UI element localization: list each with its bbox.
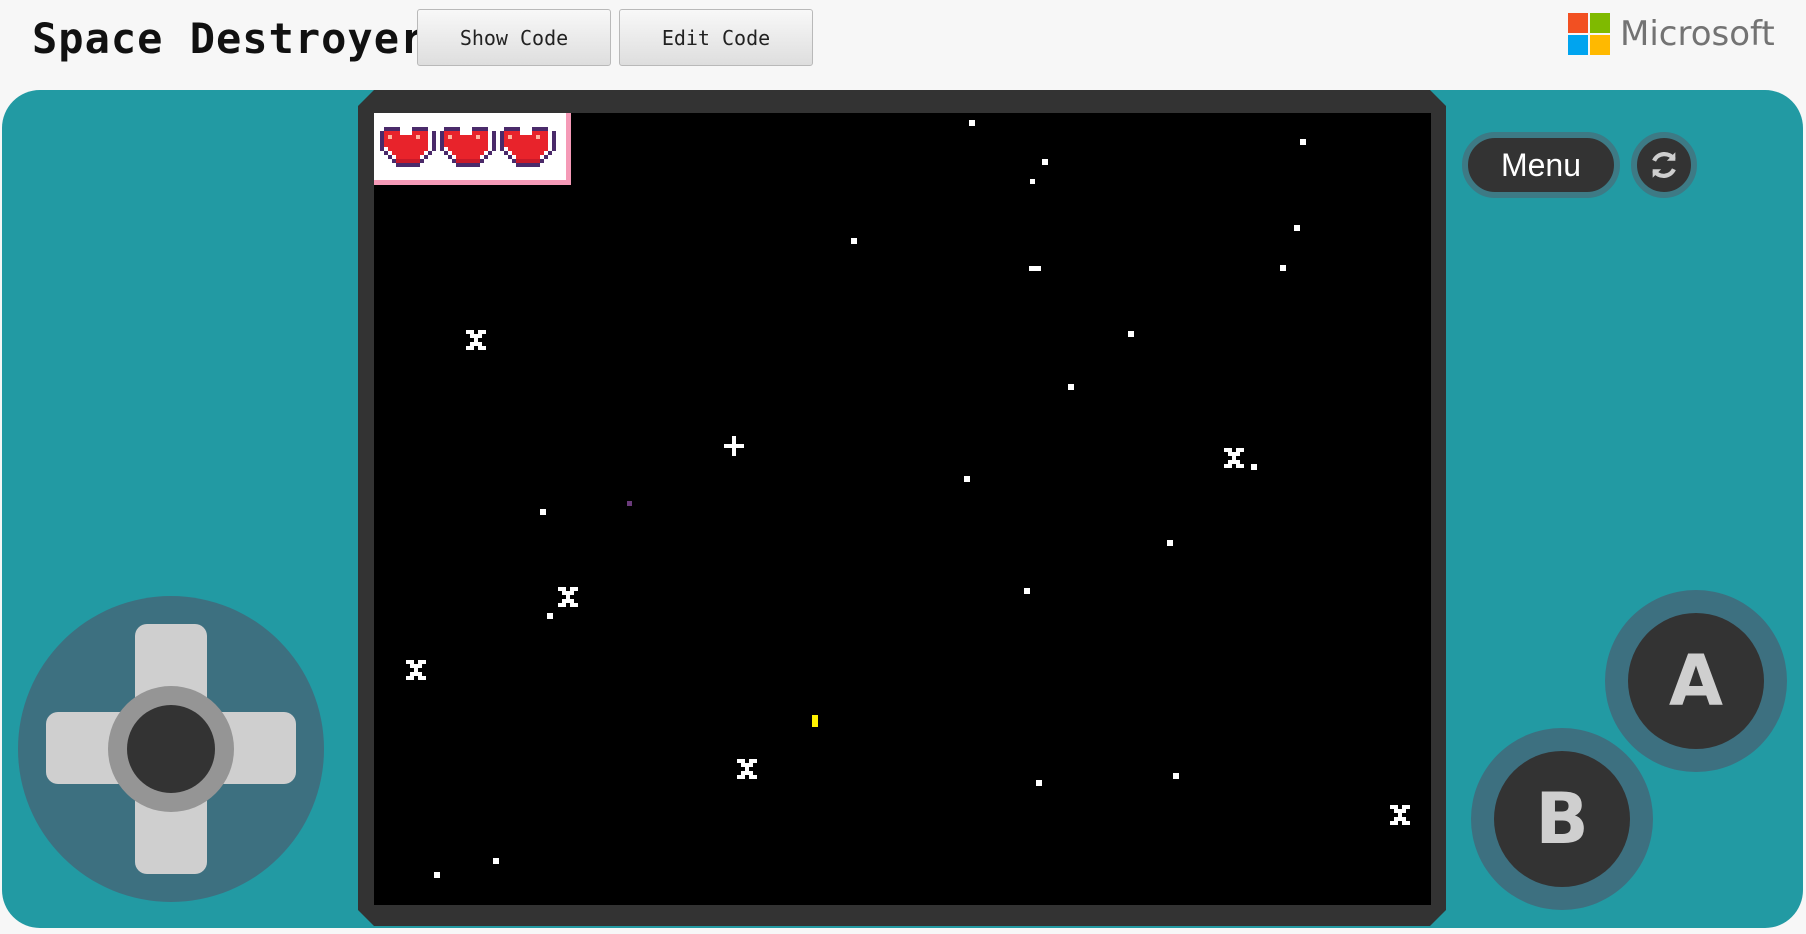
microsoft-wordmark: Microsoft bbox=[1620, 14, 1775, 54]
sparkle-star bbox=[737, 759, 757, 779]
game-title: Space Destroyer bbox=[32, 14, 427, 63]
plus-star bbox=[724, 436, 744, 456]
microsoft-logo[interactable]: Microsoft bbox=[1568, 13, 1775, 55]
star bbox=[964, 476, 970, 482]
star bbox=[1280, 265, 1286, 271]
show-code-button[interactable]: Show Code bbox=[417, 9, 611, 66]
star bbox=[1173, 773, 1179, 779]
dpad-knob[interactable] bbox=[127, 705, 215, 793]
star bbox=[540, 509, 546, 515]
star bbox=[434, 872, 440, 878]
bottom-strip bbox=[0, 928, 1806, 934]
sparkle-star bbox=[1390, 805, 1410, 825]
top-bar: Space Destroyer Show Code Edit Code Micr… bbox=[0, 0, 1806, 90]
star bbox=[1167, 540, 1173, 546]
projectile bbox=[812, 715, 818, 727]
star bbox=[1042, 159, 1048, 165]
heart-icon bbox=[440, 126, 496, 167]
game-screen[interactable] bbox=[374, 113, 1431, 905]
star bbox=[1294, 225, 1300, 231]
star bbox=[851, 238, 857, 244]
b-button[interactable]: B bbox=[1494, 751, 1630, 887]
menu-button[interactable]: Menu bbox=[1462, 132, 1620, 198]
lives-indicator bbox=[374, 113, 571, 185]
heart-icon bbox=[380, 126, 436, 167]
sparkle-star bbox=[466, 330, 486, 350]
star bbox=[627, 501, 632, 506]
heart-icon bbox=[500, 126, 556, 167]
refresh-icon bbox=[1652, 152, 1676, 178]
a-button[interactable]: A bbox=[1628, 613, 1764, 749]
sparkle-star bbox=[406, 660, 426, 680]
microsoft-logo-icon bbox=[1568, 13, 1610, 55]
star bbox=[1030, 179, 1035, 184]
sparkle-star bbox=[1224, 448, 1244, 468]
star bbox=[969, 120, 975, 126]
star bbox=[1068, 384, 1074, 390]
edit-code-button[interactable]: Edit Code bbox=[619, 9, 813, 66]
star bbox=[1128, 331, 1134, 337]
star bbox=[1024, 588, 1030, 594]
refresh-button[interactable] bbox=[1631, 132, 1697, 198]
star bbox=[547, 613, 553, 619]
star bbox=[1251, 464, 1257, 470]
star bbox=[493, 858, 499, 864]
star bbox=[1029, 266, 1041, 271]
sparkle-star bbox=[558, 587, 578, 607]
star bbox=[1036, 780, 1042, 786]
star bbox=[1300, 139, 1306, 145]
